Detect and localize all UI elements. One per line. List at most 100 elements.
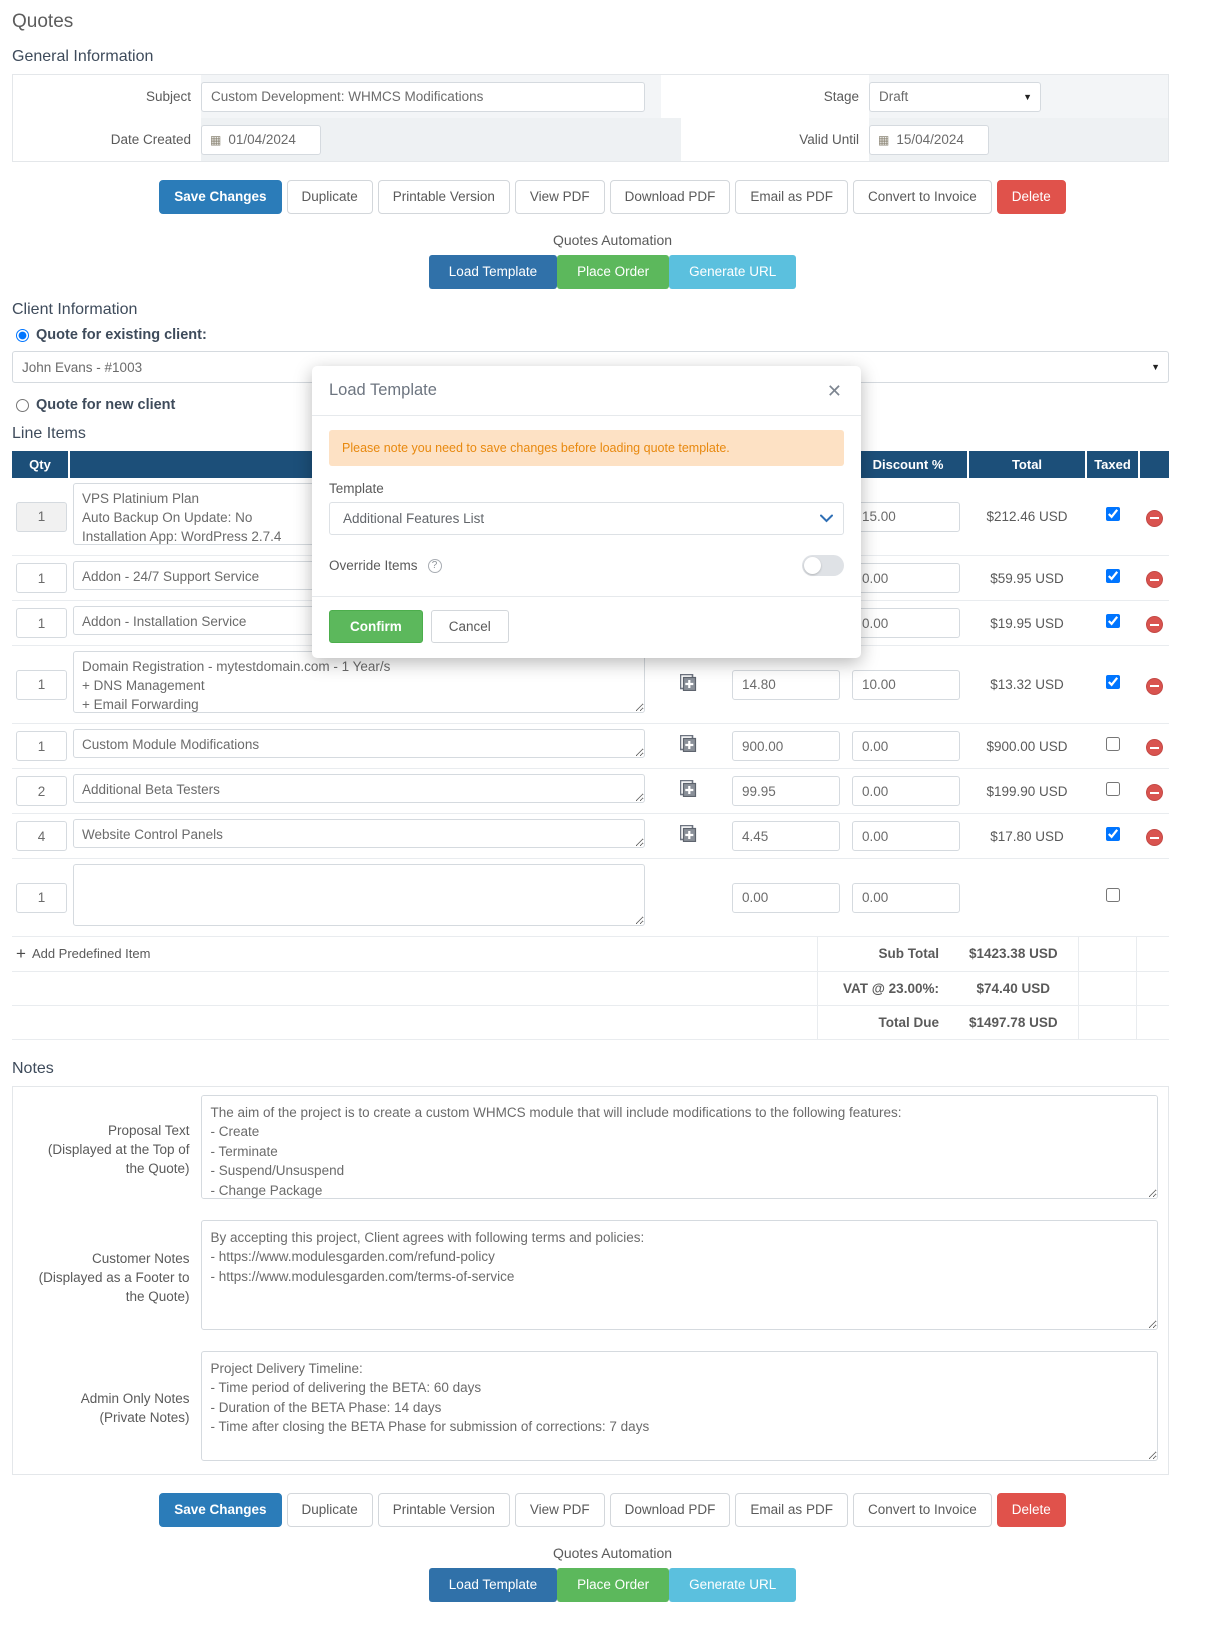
price-input[interactable] xyxy=(732,670,840,700)
save-changes-button-bottom[interactable]: Save Changes xyxy=(159,1493,281,1527)
download-pdf-button[interactable]: Download PDF xyxy=(610,180,731,214)
price-input[interactable] xyxy=(732,731,840,761)
discount-input[interactable] xyxy=(852,608,960,638)
template-field-label: Template xyxy=(329,481,844,496)
valid-until-input[interactable]: ▦ 15/04/2024 xyxy=(869,125,989,155)
price-input[interactable] xyxy=(732,821,840,851)
row-total: $17.80 USD xyxy=(968,814,1086,859)
remove-row-icon[interactable] xyxy=(1146,678,1163,695)
proposal-text-row: Proposal Text (Displayed at the Top of t… xyxy=(13,1086,1169,1212)
remove-row-icon[interactable] xyxy=(1146,510,1163,527)
confirm-button[interactable]: Confirm xyxy=(329,610,423,643)
description-textarea[interactable] xyxy=(73,651,645,713)
description-textarea[interactable] xyxy=(73,729,645,758)
remove-row-icon[interactable] xyxy=(1146,784,1163,801)
delete-button-bottom[interactable]: Delete xyxy=(997,1493,1066,1527)
existing-client-radio[interactable] xyxy=(16,329,29,342)
admin-notes-textarea[interactable] xyxy=(201,1351,1159,1461)
discount-input[interactable] xyxy=(852,670,960,700)
general-information-panel: Subject Stage Draft ▼ Date Created xyxy=(12,74,1169,162)
taxed-checkbox[interactable] xyxy=(1106,888,1120,902)
template-select[interactable]: Additional Features List xyxy=(329,502,844,535)
description-textarea[interactable] xyxy=(73,819,645,848)
price-input[interactable] xyxy=(732,776,840,806)
cancel-button[interactable]: Cancel xyxy=(431,610,509,643)
remove-row-icon[interactable] xyxy=(1146,571,1163,588)
taxed-checkbox[interactable] xyxy=(1106,569,1120,583)
printable-version-button-bottom[interactable]: Printable Version xyxy=(378,1493,510,1527)
stage-label: Stage xyxy=(681,75,869,118)
calendar-icon: ▦ xyxy=(210,134,221,146)
proposal-text-textarea[interactable] xyxy=(201,1095,1159,1199)
totals-pad-remove-3 xyxy=(1136,1005,1169,1039)
modal-body: Please note you need to save changes bef… xyxy=(312,416,861,596)
customer-notes-textarea[interactable] xyxy=(201,1220,1159,1330)
convert-to-invoice-button[interactable]: Convert to Invoice xyxy=(853,180,992,214)
qty-input[interactable] xyxy=(16,883,67,913)
discount-input[interactable] xyxy=(852,883,960,913)
override-items-row: Override Items ? xyxy=(329,555,844,576)
valid-until-value: 15/04/2024 xyxy=(896,132,964,147)
email-as-pdf-button[interactable]: Email as PDF xyxy=(735,180,848,214)
panel-gap-2 xyxy=(661,118,681,161)
taxed-checkbox[interactable] xyxy=(1106,675,1120,689)
qty-input[interactable] xyxy=(16,731,67,761)
qty-input[interactable] xyxy=(16,821,67,851)
duplicate-item-icon[interactable] xyxy=(680,780,697,797)
duplicate-item-icon[interactable] xyxy=(680,735,697,752)
download-pdf-button-bottom[interactable]: Download PDF xyxy=(610,1493,731,1527)
discount-input[interactable] xyxy=(852,776,960,806)
qty-input[interactable] xyxy=(16,776,67,806)
description-textarea[interactable] xyxy=(73,864,645,926)
generate-url-button[interactable]: Generate URL xyxy=(669,255,796,289)
remove-row-icon[interactable] xyxy=(1146,616,1163,633)
stage-select[interactable]: Draft xyxy=(869,82,1041,112)
convert-to-invoice-button-bottom[interactable]: Convert to Invoice xyxy=(853,1493,992,1527)
remove-row-icon[interactable] xyxy=(1146,739,1163,756)
discount-input[interactable] xyxy=(852,563,960,593)
view-pdf-button-bottom[interactable]: View PDF xyxy=(515,1493,605,1527)
discount-input[interactable] xyxy=(852,821,960,851)
duplicate-button[interactable]: Duplicate xyxy=(287,180,373,214)
duplicate-item-icon[interactable] xyxy=(680,825,697,842)
qty-input[interactable] xyxy=(16,563,67,593)
duplicate-item-icon[interactable] xyxy=(680,674,697,691)
new-client-radio[interactable] xyxy=(16,399,29,412)
subject-input[interactable] xyxy=(201,82,645,112)
save-changes-button[interactable]: Save Changes xyxy=(159,180,281,214)
generate-url-button-bottom[interactable]: Generate URL xyxy=(669,1568,796,1602)
taxed-checkbox[interactable] xyxy=(1106,782,1120,796)
add-predefined-item-button[interactable]: + Add Predefined Item xyxy=(16,946,150,961)
action-button-row-bottom: Save Changes Duplicate Printable Version… xyxy=(12,1493,1213,1527)
qty-input[interactable] xyxy=(16,502,67,532)
new-client-label: Quote for new client xyxy=(36,397,175,413)
override-items-toggle[interactable] xyxy=(802,555,844,576)
place-order-button[interactable]: Place Order xyxy=(557,255,669,289)
discount-input[interactable] xyxy=(852,731,960,761)
taxed-checkbox[interactable] xyxy=(1106,827,1120,841)
remove-row-icon[interactable] xyxy=(1146,829,1163,846)
taxed-checkbox[interactable] xyxy=(1106,507,1120,521)
help-circle-icon[interactable]: ? xyxy=(428,559,442,573)
close-icon[interactable]: ✕ xyxy=(825,384,844,398)
taxed-checkbox[interactable] xyxy=(1106,737,1120,751)
delete-button[interactable]: Delete xyxy=(997,180,1066,214)
duplicate-button-bottom[interactable]: Duplicate xyxy=(287,1493,373,1527)
printable-version-button[interactable]: Printable Version xyxy=(378,180,510,214)
description-cell xyxy=(69,814,649,859)
view-pdf-button[interactable]: View PDF xyxy=(515,180,605,214)
load-template-button-bottom[interactable]: Load Template xyxy=(429,1568,557,1602)
description-textarea[interactable] xyxy=(73,774,645,803)
place-order-button-bottom[interactable]: Place Order xyxy=(557,1568,669,1602)
discount-input[interactable] xyxy=(852,502,960,532)
existing-client-radio-row[interactable]: Quote for existing client: xyxy=(16,327,1213,343)
admin-notes-row: Admin Only Notes (Private Notes) xyxy=(13,1343,1169,1475)
date-created-label: Date Created xyxy=(13,118,201,161)
load-template-button[interactable]: Load Template xyxy=(429,255,557,289)
qty-input[interactable] xyxy=(16,608,67,638)
qty-input[interactable] xyxy=(16,670,67,700)
taxed-checkbox[interactable] xyxy=(1106,614,1120,628)
date-created-input[interactable]: ▦ 01/04/2024 xyxy=(201,125,321,155)
email-as-pdf-button-bottom[interactable]: Email as PDF xyxy=(735,1493,848,1527)
price-input[interactable] xyxy=(732,883,840,913)
